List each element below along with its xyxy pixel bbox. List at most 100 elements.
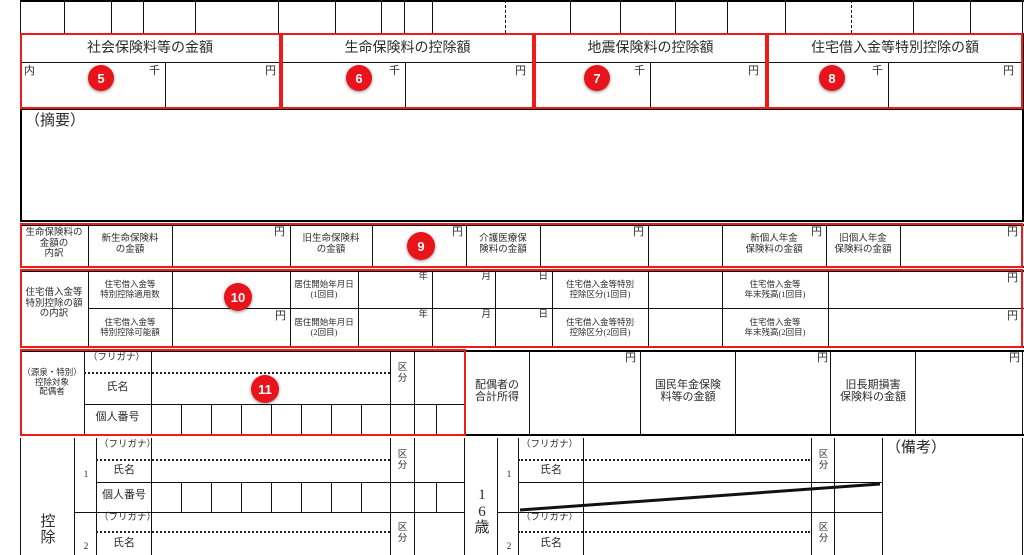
grid-line [165,62,166,108]
move-in-month-1-input[interactable] [434,286,493,306]
dependent-left-name-input-1[interactable] [153,462,388,481]
life-insurance-yen-input[interactable] [407,76,531,106]
earthquake-insurance-yen-input[interactable] [652,76,764,106]
day-unit-label: 日 [538,272,548,282]
dependent-right-name-label-1: 氏名 [540,464,562,476]
dependent-right-furigana-label-2: （フリガナ） [521,513,579,523]
grid-line [96,438,97,555]
furigana-dotted-line [518,459,810,461]
grid-line [290,224,291,266]
spouse-mynumber-input[interactable] [153,406,462,432]
nursing-medical-insurance-input[interactable] [542,240,646,264]
grid-line [358,270,359,346]
housing-loan-category-2-input[interactable] [650,312,720,344]
notes-input[interactable] [884,462,1020,554]
spouse-furigana-label: （フリガナ） [88,353,146,363]
grid-line [1022,0,1023,33]
step-badge-8[interactable]: 8 [819,65,845,91]
new-personal-pension-input[interactable] [650,240,720,264]
dependent-left-category-input-1[interactable] [416,440,462,481]
spouse-category-input[interactable] [416,353,462,402]
grid-line [84,350,85,434]
dependent-left-name-label-2: 氏名 [113,537,135,549]
dependent-right-category-input-1[interactable] [836,440,881,481]
move-in-day-1-input[interactable] [497,286,550,306]
move-in-day-2-input[interactable] [497,324,550,344]
housing-loan-available-input[interactable] [174,324,288,344]
social-insurance-header: 社会保険料等の金額 [87,41,213,56]
housing-loan-category-1-input[interactable] [650,274,720,306]
dependent-left-furigana-input-2[interactable] [153,513,388,531]
social-insurance-yen-input[interactable] [167,76,278,106]
grid-line [529,350,530,434]
grid-line [20,108,1024,110]
step-badge-5[interactable]: 5 [88,65,114,91]
day-unit-label: 日 [538,310,548,320]
step-badge-7[interactable]: 7 [584,65,610,91]
grid-line [675,0,676,33]
diagonal-strike-line [519,482,881,512]
move-in-year-1-input[interactable] [360,286,430,306]
life-insurance-thousand-input[interactable] [282,76,403,106]
dependent-left-furigana-input-1[interactable] [153,440,388,458]
dependent-left-name-input-2[interactable] [153,535,388,554]
grid-line [826,224,827,266]
dependent-left-category-label-1: 区 分 [397,450,408,471]
grid-line [722,270,723,346]
dependent-right-name-input-1[interactable] [585,462,809,481]
housing-loan-balance-2-input[interactable] [830,324,1020,344]
dependent-right-category-input-2[interactable] [836,513,881,554]
grid-line [900,224,901,266]
yen-unit-label: 円 [274,226,285,238]
dependent-left-mynumber-input-1[interactable] [153,484,462,510]
housing-loan-yen-input[interactable] [890,76,1020,106]
move-in-month-2-input[interactable] [434,324,493,344]
yen-unit-label: 円 [275,310,286,322]
grid-line [518,438,519,555]
new-life-insurance-input[interactable] [174,240,288,264]
grid-line [290,270,291,346]
grid-line [834,438,835,555]
withholding-tax-form: 社会保険料等の金額 内 千 円 生命保険料の控除額 千 円 地震保険料の控除額 … [0,0,1024,555]
grid-line [74,438,75,555]
grid-line [404,0,405,33]
step-badge-10[interactable]: 10 [224,283,252,311]
furigana-dotted-line [96,459,390,461]
grid-line [20,224,21,266]
move-in-year-2-input[interactable] [360,324,430,344]
grid-line [570,0,571,33]
grid-line [648,270,649,346]
long-term-casualty-input[interactable] [917,368,1020,432]
spouse-mynumber-label: 個人番号 [95,411,140,423]
grid-line [172,224,173,266]
spouse-furigana-input[interactable] [153,353,388,371]
grid-line [84,404,464,405]
step-badge-11[interactable]: 11 [251,375,279,403]
dependent-left-category-input-2[interactable] [416,513,462,554]
dependent-right-furigana-input-1[interactable] [585,440,809,458]
grid-line [20,224,1024,226]
grid-line [540,224,541,266]
dependent-right-furigana-input-2[interactable] [585,513,809,531]
spouse-name-label: 氏名 [106,381,129,393]
housing-loan-count-label: 住宅借入金等 特別控除適用数 [100,279,160,299]
grid-line [722,224,723,266]
grid-line [20,350,21,434]
grid-line [915,350,916,434]
step-badge-9[interactable]: 9 [407,232,435,260]
grid-line [970,0,971,33]
remarks-input[interactable] [22,135,1020,218]
long-term-casualty-label: 旧長期損害 保険料の金額 [840,379,906,404]
old-personal-pension-input[interactable] [902,240,1020,264]
dependent-right-furigana-label-1: （フリガナ） [521,440,579,450]
housing-loan-balance-1-input[interactable] [830,286,1020,306]
yen-unit-label: 円 [625,352,636,364]
step-badge-6[interactable]: 6 [346,65,372,91]
grid-line [20,270,21,346]
spouse-total-income-input[interactable] [531,368,638,432]
grid-line [811,438,812,555]
national-pension-input[interactable] [737,368,828,432]
dependent-right-name-input-2[interactable] [585,535,809,554]
grid-line [111,0,112,33]
grid-line [88,308,1024,309]
